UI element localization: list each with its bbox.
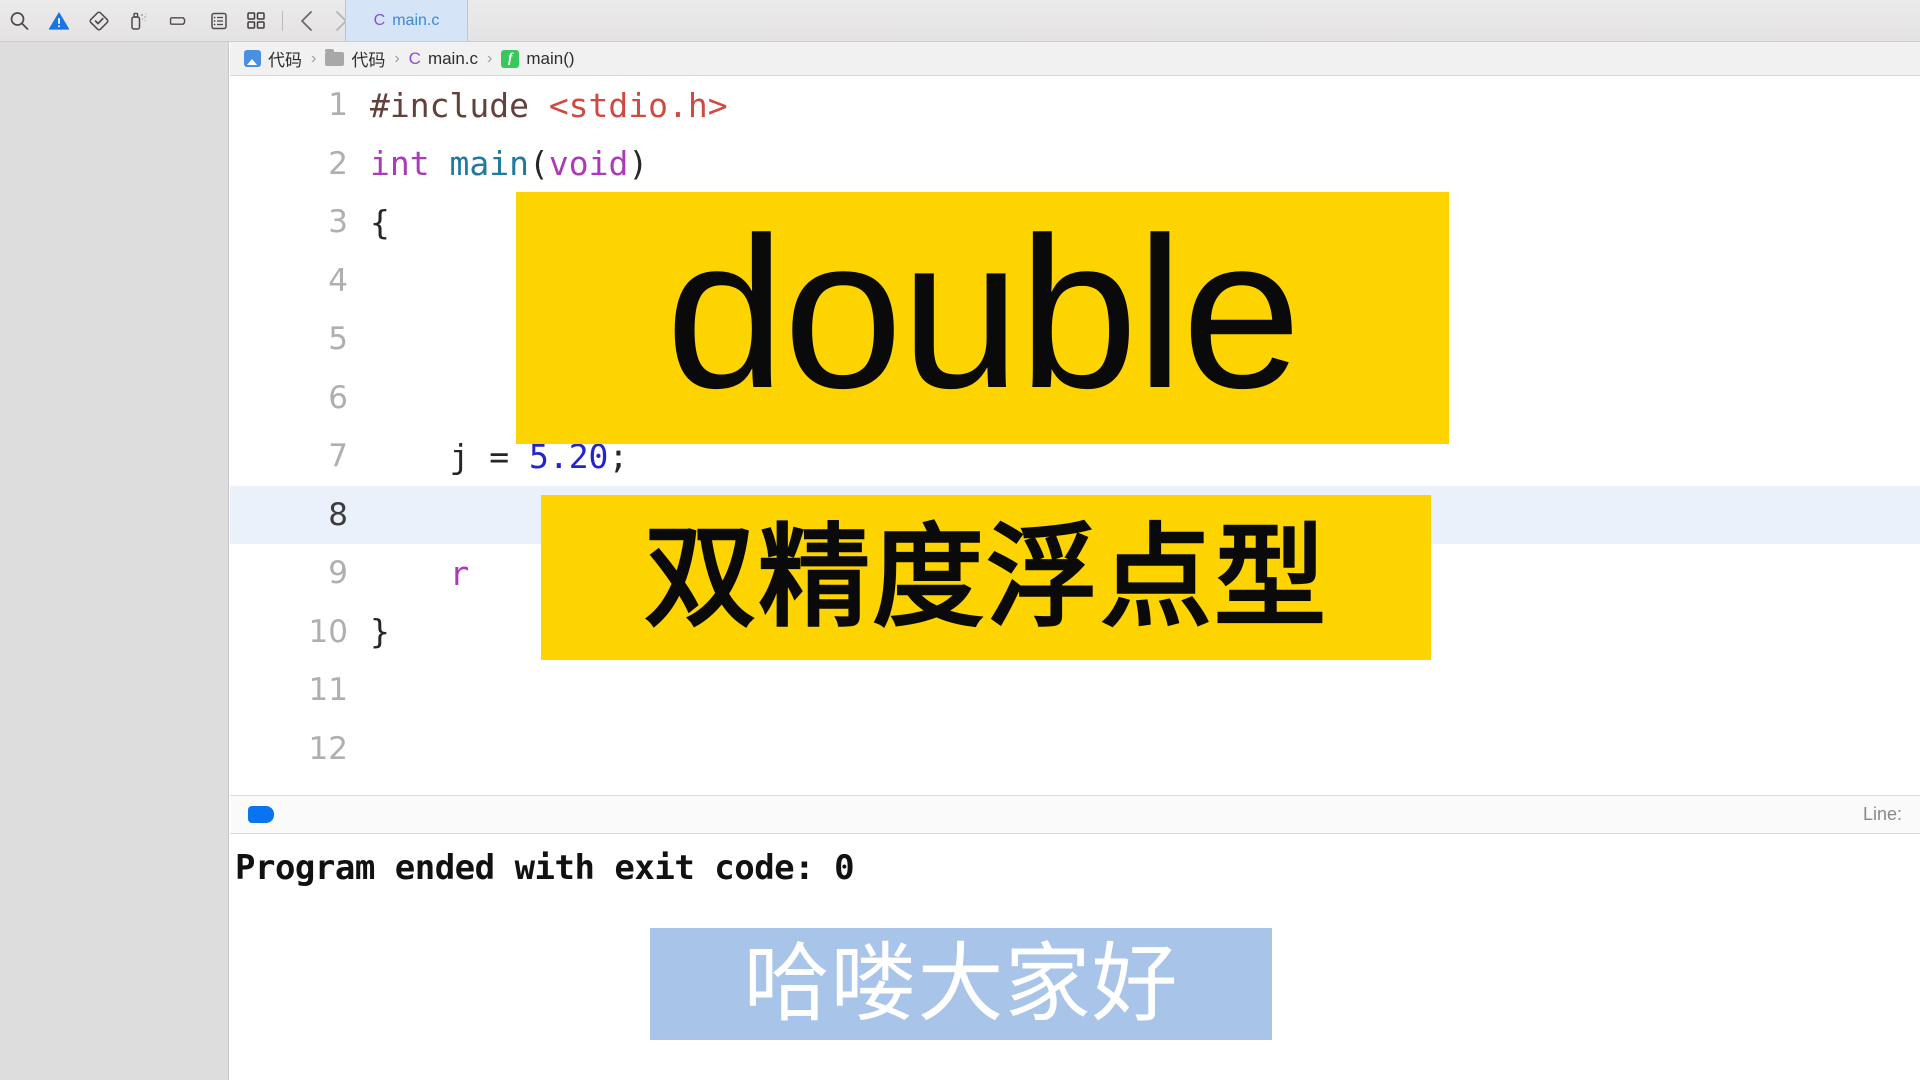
line-number: 4 bbox=[328, 262, 348, 299]
code-token: ( bbox=[528, 144, 549, 184]
line-content: } bbox=[370, 612, 390, 651]
line-number: 7 bbox=[328, 438, 348, 475]
line-content: { bbox=[370, 203, 390, 242]
breadcrumb-item-file[interactable]: C main.c bbox=[409, 49, 478, 69]
line-number: 6 bbox=[328, 379, 348, 416]
code-token: } bbox=[370, 612, 390, 652]
code-line[interactable]: 11 bbox=[230, 661, 1920, 720]
tab-label: main.c bbox=[392, 11, 440, 29]
folder-icon bbox=[325, 48, 345, 66]
code-token: #include bbox=[370, 85, 549, 125]
console-output-line: Program ended with exit code: 0 bbox=[235, 848, 855, 888]
debug-status-indicator[interactable] bbox=[248, 806, 274, 823]
overlay-keyword-text: double bbox=[665, 192, 1302, 433]
breadcrumb: 代码 › 代码 › C main.c › f main() bbox=[230, 42, 1920, 76]
code-token: void bbox=[548, 144, 629, 184]
c-file-icon: C bbox=[408, 48, 421, 68]
breadcrumb-separator: › bbox=[487, 49, 493, 67]
line-content: int main(void) bbox=[370, 144, 648, 183]
line-number: 3 bbox=[328, 204, 348, 241]
search-icon[interactable] bbox=[8, 10, 30, 32]
breadcrumb-label: main.c bbox=[427, 48, 479, 68]
c-file-icon: C bbox=[373, 11, 386, 29]
line-number: 1 bbox=[328, 87, 348, 124]
line-number: 8 bbox=[328, 496, 348, 533]
toolbar-icon-group bbox=[0, 0, 230, 41]
breadcrumb-item-folder[interactable]: 代码 bbox=[325, 46, 385, 71]
breadcrumb-separator: › bbox=[394, 49, 400, 67]
back-chevron-icon[interactable] bbox=[297, 8, 319, 34]
toolbar-divider bbox=[282, 10, 283, 31]
tag-icon[interactable] bbox=[168, 10, 190, 32]
code-token: { bbox=[370, 202, 390, 242]
code-line[interactable]: 1 #include <stdio.h> bbox=[230, 76, 1920, 135]
code-token: int bbox=[370, 144, 450, 184]
line-number: 11 bbox=[308, 672, 348, 709]
debug-bar: Line: bbox=[230, 795, 1920, 834]
code-token: main bbox=[449, 144, 529, 184]
line-position-label: Line: bbox=[1862, 804, 1902, 824]
overlay-translation-text: 双精度浮点型 bbox=[644, 512, 1328, 643]
line-number: 9 bbox=[328, 555, 348, 592]
breadcrumb-item-function[interactable]: f main() bbox=[501, 48, 575, 69]
editor-tab-main-c[interactable]: C main.c bbox=[345, 0, 468, 41]
report-list-icon[interactable] bbox=[208, 10, 230, 32]
line-number: 5 bbox=[328, 321, 348, 358]
code-token: j = bbox=[370, 436, 529, 476]
code-token: <stdio.h> bbox=[548, 85, 728, 125]
breadcrumb-label: main() bbox=[526, 48, 575, 68]
debug-spray-icon[interactable] bbox=[128, 10, 150, 32]
breadcrumb-separator: › bbox=[311, 49, 317, 67]
line-content: r bbox=[370, 554, 469, 593]
toolbar-nav-group bbox=[232, 0, 351, 41]
grid-icon[interactable] bbox=[244, 9, 268, 33]
subtitle-caption: 哈喽大家好 bbox=[650, 928, 1272, 1040]
line-number: 10 bbox=[308, 613, 348, 650]
check-diamond-icon[interactable] bbox=[88, 10, 110, 32]
code-line[interactable]: 2 int main(void) bbox=[230, 135, 1920, 194]
breadcrumb-label: 代码 bbox=[351, 51, 386, 70]
line-content: #include <stdio.h> bbox=[370, 86, 728, 125]
code-token: r bbox=[370, 553, 470, 593]
breadcrumb-label: 代码 bbox=[268, 51, 302, 70]
overlay-banner-translation: 双精度浮点型 bbox=[541, 495, 1431, 660]
project-icon bbox=[244, 50, 261, 67]
line-number: 2 bbox=[328, 145, 348, 182]
code-line[interactable]: 12 bbox=[230, 720, 1920, 779]
xcode-window: C main.c 代码 › 代码 › C main.c › f main() 1… bbox=[0, 0, 1920, 1080]
breadcrumb-item-project[interactable]: 代码 bbox=[244, 46, 302, 71]
line-number: 12 bbox=[308, 730, 348, 767]
overlay-banner-keyword: double bbox=[516, 192, 1449, 444]
top-toolbar: C main.c bbox=[0, 0, 1920, 42]
warning-triangle-icon[interactable] bbox=[48, 10, 70, 32]
subtitle-text: 哈喽大家好 bbox=[743, 934, 1179, 1034]
function-icon: f bbox=[501, 49, 520, 68]
code-token: ) bbox=[628, 144, 649, 184]
navigator-sidebar[interactable] bbox=[0, 42, 229, 1080]
